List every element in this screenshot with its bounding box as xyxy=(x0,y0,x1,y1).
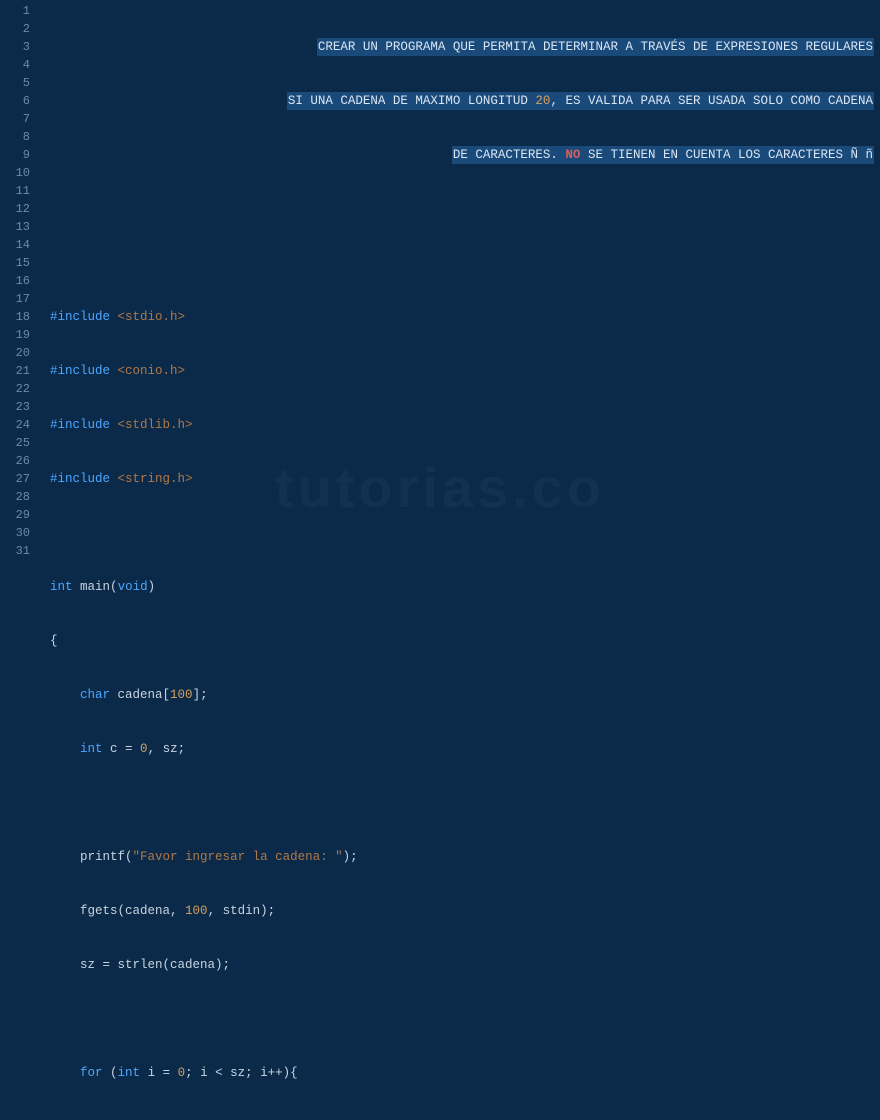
code-line: #include <string.h> xyxy=(50,470,880,488)
code-area[interactable]: CREAR UN PROGRAMA QUE PERMITA DETERMINAR… xyxy=(38,0,880,560)
blank-line xyxy=(50,524,880,542)
line-number: 7 xyxy=(0,110,30,128)
code-line: int main(void) xyxy=(50,578,880,596)
line-number: 17 xyxy=(0,290,30,308)
comment-line: DE CARACTERES. NO SE TIENEN EN CUENTA LO… xyxy=(50,146,880,164)
code-line: printf("Favor ingresar la cadena: "); xyxy=(50,848,880,866)
code-line: int c = 0, sz; xyxy=(50,740,880,758)
line-number: 10 xyxy=(0,164,30,182)
line-number: 3 xyxy=(0,38,30,56)
line-number-gutter: 1234567891011121314151617181920212223242… xyxy=(0,0,38,560)
line-number: 23 xyxy=(0,398,30,416)
line-number: 26 xyxy=(0,452,30,470)
line-number: 22 xyxy=(0,380,30,398)
line-number: 28 xyxy=(0,488,30,506)
code-line: { xyxy=(50,632,880,650)
blank-line xyxy=(50,1010,880,1028)
line-number: 20 xyxy=(0,344,30,362)
code-line: char cadena[100]; xyxy=(50,686,880,704)
code-line: #include <stdio.h> xyxy=(50,308,880,326)
line-number: 29 xyxy=(0,506,30,524)
line-number: 2 xyxy=(0,20,30,38)
line-number: 30 xyxy=(0,524,30,542)
line-number: 4 xyxy=(0,56,30,74)
line-number: 11 xyxy=(0,182,30,200)
line-number: 14 xyxy=(0,236,30,254)
code-line: for (int i = 0; i < sz; i++){ xyxy=(50,1064,880,1082)
line-number: 21 xyxy=(0,362,30,380)
blank-line xyxy=(50,254,880,272)
line-number: 6 xyxy=(0,92,30,110)
line-number: 24 xyxy=(0,416,30,434)
comment-line: SI UNA CADENA DE MAXIMO LONGITUD 20, ES … xyxy=(50,92,880,110)
line-number: 25 xyxy=(0,434,30,452)
line-number: 31 xyxy=(0,542,30,560)
line-number: 16 xyxy=(0,272,30,290)
blank-line xyxy=(50,794,880,812)
code-line: #include <conio.h> xyxy=(50,362,880,380)
line-number: 1 xyxy=(0,2,30,20)
line-number: 5 xyxy=(0,74,30,92)
line-number: 18 xyxy=(0,308,30,326)
line-number: 15 xyxy=(0,254,30,272)
code-line: sz = strlen(cadena); xyxy=(50,956,880,974)
line-number: 9 xyxy=(0,146,30,164)
line-number: 19 xyxy=(0,326,30,344)
code-line: fgets(cadena, 100, stdin); xyxy=(50,902,880,920)
line-number: 8 xyxy=(0,128,30,146)
comment-line: CREAR UN PROGRAMA QUE PERMITA DETERMINAR… xyxy=(50,38,880,56)
line-number: 13 xyxy=(0,218,30,236)
code-line: #include <stdlib.h> xyxy=(50,416,880,434)
line-number: 27 xyxy=(0,470,30,488)
blank-line xyxy=(50,200,880,218)
code-editor[interactable]: 1234567891011121314151617181920212223242… xyxy=(0,0,880,560)
line-number: 12 xyxy=(0,200,30,218)
code-line: if(cadena[i] >= 'a' && cadena[i] <= 'z') xyxy=(50,1118,880,1120)
